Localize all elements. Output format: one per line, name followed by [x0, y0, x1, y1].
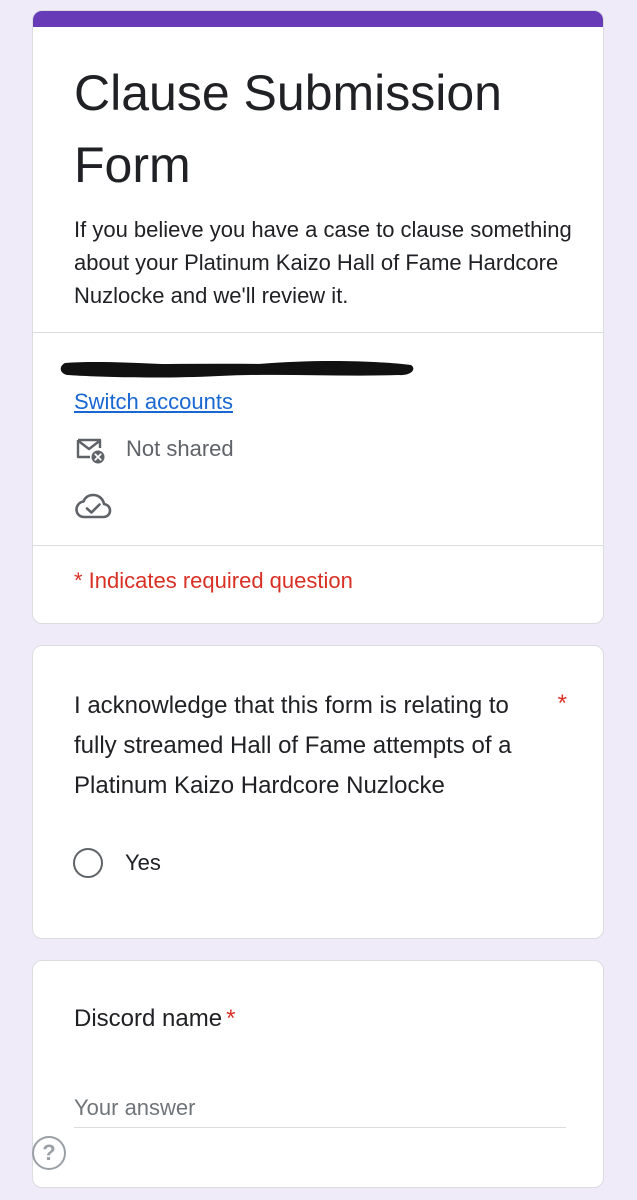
- switch-accounts-link[interactable]: Switch accounts: [74, 389, 233, 415]
- answer-field-wrapper: [74, 1091, 566, 1128]
- divider: [33, 545, 603, 546]
- mail-not-shared-icon: [76, 438, 105, 464]
- radio-button[interactable]: [73, 848, 103, 878]
- form-header-card: Clause Submission Form If you believe yo…: [32, 10, 604, 624]
- question-title: Discord name: [74, 1005, 223, 1032]
- help-icon: ?: [42, 1140, 56, 1165]
- question-title-row: Discord name *: [74, 1005, 235, 1033]
- required-question-note: * Indicates required question: [74, 568, 353, 593]
- question-card-discord-name: Discord name *: [32, 960, 604, 1188]
- radio-option-label: Yes: [125, 850, 161, 875]
- required-asterisk: *: [557, 690, 567, 717]
- email-share-status: Not shared: [74, 433, 234, 465]
- email-status-text: Not shared: [126, 436, 234, 461]
- form-description: If you believe you have a case to clause…: [74, 217, 572, 308]
- header-accent-bar: [33, 11, 603, 27]
- discord-name-input[interactable]: [74, 1091, 566, 1127]
- form-title: Clause Submission Form: [74, 65, 502, 193]
- question-title: I acknowledge that this form is relating…: [74, 692, 512, 799]
- divider: [33, 332, 603, 333]
- required-asterisk: *: [226, 1005, 236, 1032]
- redacted-account-email: [60, 361, 414, 378]
- cloud-done-icon: [75, 493, 112, 519]
- help-button[interactable]: ?: [32, 1136, 66, 1170]
- radio-option-yes[interactable]: Yes: [73, 848, 161, 878]
- question-card-acknowledgement: I acknowledge that this form is relating…: [32, 645, 604, 939]
